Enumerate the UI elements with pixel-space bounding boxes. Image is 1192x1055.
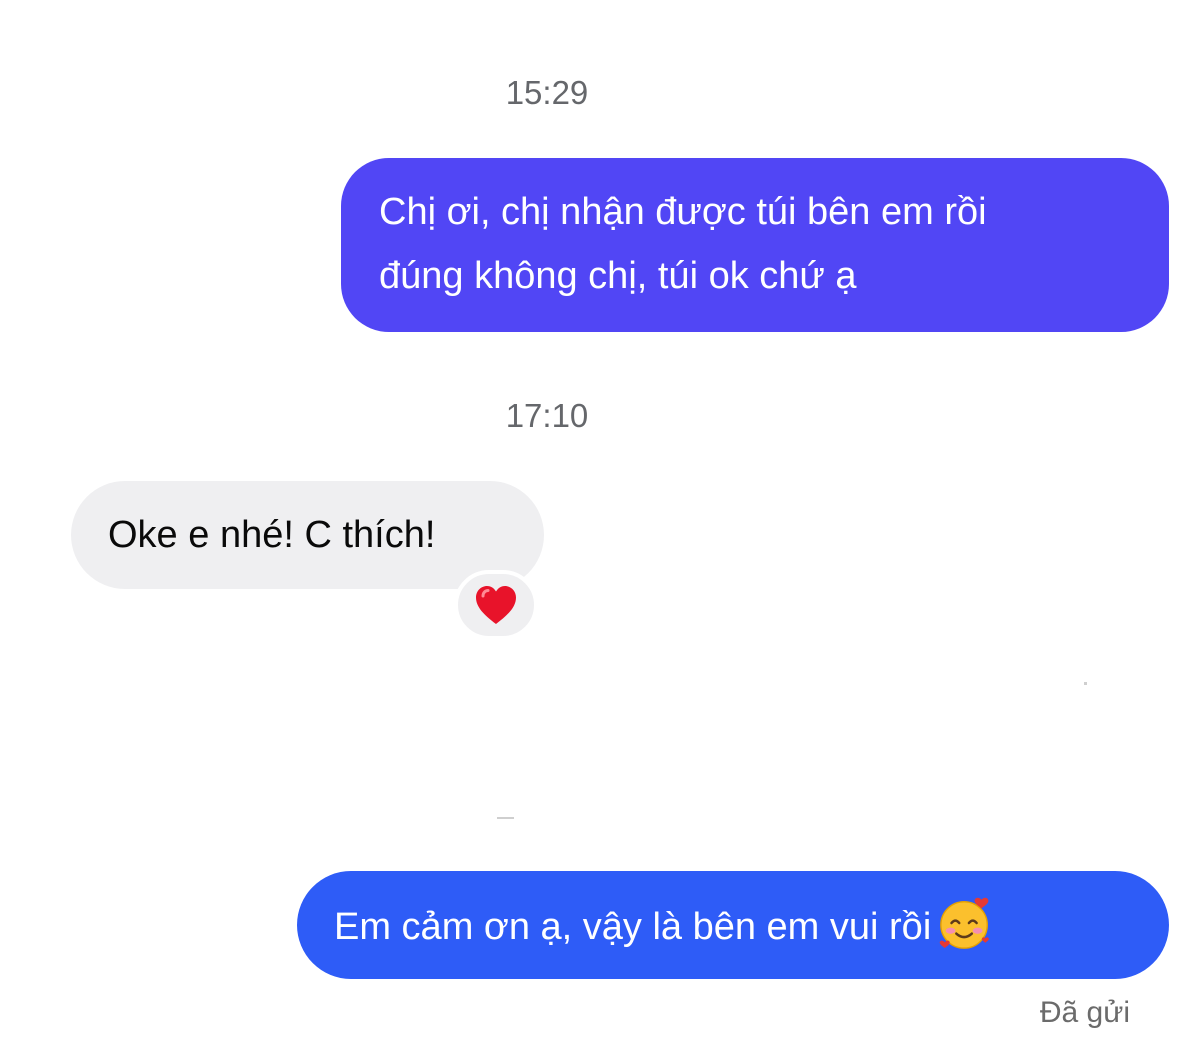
message-reaction[interactable] (454, 570, 538, 640)
smiling-face-with-hearts-icon (940, 897, 990, 949)
timestamp: 15:29 (505, 74, 589, 111)
message-text: Em cảm ơn ạ, vậy là bên em vui rồi (334, 905, 932, 948)
message-text: Oke e nhé! C thích! (108, 514, 436, 556)
message-text-line: đúng không chị, túi ok chứ ạ (379, 255, 857, 297)
outgoing-message-bubble[interactable]: Em cảm ơn ạ, vậy là bên em vui rồi (297, 871, 1169, 979)
message-text-line: Chị ơi, chị nhận được túi bên em rồi (379, 191, 987, 233)
message-status: Đã gửi (1039, 996, 1130, 1029)
speck (497, 817, 514, 819)
outgoing-message-bubble[interactable]: Chị ơi, chị nhận được túi bên em rồi đún… (341, 158, 1169, 332)
red-heart-icon (476, 586, 516, 624)
speck (1084, 682, 1087, 685)
chat-thread: 15:29 Chị ơi, chị nhận được túi bên em r… (0, 0, 1192, 1055)
timestamp: 17:10 (505, 397, 589, 434)
